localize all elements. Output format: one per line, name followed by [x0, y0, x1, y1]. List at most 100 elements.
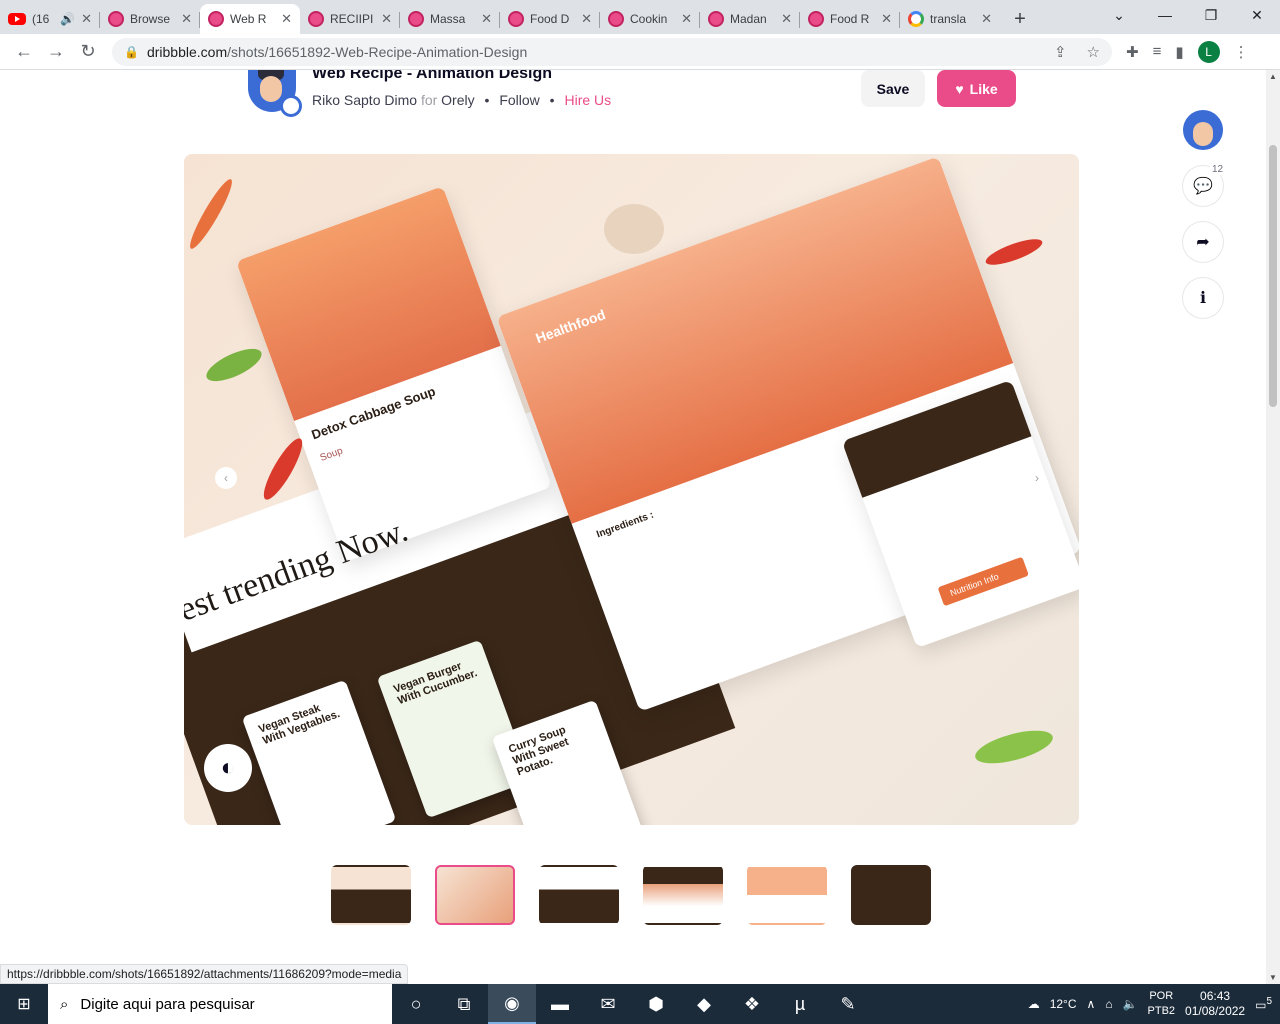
forward-button[interactable]: →	[40, 36, 72, 68]
tab-food-r[interactable]: Food R ✕	[800, 4, 900, 34]
dribbble-icon	[308, 11, 324, 27]
multitask-icon[interactable]: ⧉	[440, 984, 488, 1024]
notifications-icon[interactable]: ▭5	[1255, 996, 1272, 1012]
dribbble-icon	[708, 11, 724, 27]
language-indicator[interactable]: POR PTB2	[1148, 989, 1176, 1019]
shot-title: Web Recipe - Animation Design	[312, 70, 553, 82]
tab-reciipi[interactable]: RECIIPI ✕	[300, 4, 400, 34]
comment-icon: 💬	[1193, 178, 1213, 195]
scrollbar[interactable]: ▲ ▼	[1266, 70, 1280, 984]
tab-translate[interactable]: transla ✕	[900, 4, 1000, 34]
thumbnail-6[interactable]	[851, 865, 931, 925]
side-panel-icon[interactable]: ▮	[1175, 43, 1183, 61]
attachment-thumbnails	[331, 865, 931, 925]
mail-icon[interactable]: ✉	[584, 984, 632, 1024]
close-tab-icon[interactable]: ✕	[181, 11, 192, 27]
heart-icon: ♥	[955, 80, 964, 97]
dribbble-icon	[508, 11, 524, 27]
close-tab-icon[interactable]: ✕	[981, 11, 992, 27]
like-button[interactable]: ♥ Like	[937, 70, 1016, 107]
cube-app-icon[interactable]: ⬢	[632, 984, 680, 1024]
thumbnail-3[interactable]	[539, 865, 619, 925]
restore-button[interactable]: ❐	[1188, 0, 1234, 30]
details-button[interactable]: ℹ	[1183, 278, 1223, 318]
close-tab-icon[interactable]: ✕	[481, 11, 492, 27]
save-button[interactable]: Save	[861, 70, 925, 107]
tab-web-recipe[interactable]: Web R ✕	[200, 4, 300, 34]
url-path: /shots/16651892-Web-Recipe-Animation-Des…	[227, 43, 528, 60]
tab-search-icon[interactable]: ⌄	[1096, 0, 1142, 30]
tray-expand-icon[interactable]: ∧	[1087, 997, 1096, 1011]
peapod-illustration	[971, 724, 1057, 770]
team-link[interactable]: Orely	[441, 92, 474, 108]
chili-illustration	[983, 234, 1045, 270]
tab-browse[interactable]: Browse ✕	[100, 4, 200, 34]
bookmark-star-icon[interactable]: ☆	[1087, 43, 1100, 61]
taskbar-search[interactable]: ⌕ Digite aqui para pesquisar	[48, 984, 392, 1024]
chrome-icon[interactable]: ◉	[488, 984, 536, 1024]
lock-icon[interactable]: 🔒	[124, 45, 139, 59]
dribbble-icon	[108, 11, 124, 27]
tab-cookin[interactable]: Cookin ✕	[600, 4, 700, 34]
extensions-icon[interactable]: ✚	[1126, 43, 1139, 61]
close-tab-icon[interactable]: ✕	[81, 11, 92, 27]
back-button[interactable]: ←	[8, 36, 40, 68]
close-tab-icon[interactable]: ✕	[781, 11, 792, 27]
close-tab-icon[interactable]: ✕	[581, 11, 592, 27]
new-tab-button[interactable]: +	[1000, 4, 1040, 34]
search-icon: ⌕	[60, 995, 69, 1013]
thumbnail-1[interactable]	[331, 865, 411, 925]
vscode-icon[interactable]: ◆	[680, 984, 728, 1024]
dribbble-icon	[608, 11, 624, 27]
close-window-button[interactable]: ✕	[1234, 0, 1280, 30]
weather-temp[interactable]: 12°C	[1050, 997, 1077, 1011]
author-link[interactable]: Riko Sapto Dimo	[312, 92, 417, 108]
designer-avatar-button[interactable]	[1183, 110, 1223, 150]
close-tab-icon[interactable]: ✕	[381, 11, 392, 27]
media-control-icon[interactable]: ≡	[1153, 43, 1162, 60]
scroll-down-icon[interactable]: ▼	[1269, 973, 1277, 982]
paint-icon[interactable]: ✎	[824, 984, 872, 1024]
close-tab-icon[interactable]: ✕	[881, 11, 892, 27]
tab-food-d[interactable]: Food D ✕	[500, 4, 600, 34]
network-icon[interactable]: ⌂	[1105, 997, 1112, 1011]
peapod-illustration	[202, 342, 266, 388]
task-view-icon[interactable]: ○	[392, 984, 440, 1024]
comment-count: 12	[1210, 164, 1226, 175]
scroll-up-icon[interactable]: ▲	[1269, 72, 1277, 81]
tab-madan[interactable]: Madan ✕	[700, 4, 800, 34]
share-button[interactable]: ➦	[1183, 222, 1223, 262]
figma-icon[interactable]: ❖	[728, 984, 776, 1024]
hire-us-link[interactable]: Hire Us	[564, 92, 611, 108]
close-tab-icon[interactable]: ✕	[681, 11, 692, 27]
thumbnail-4[interactable]	[643, 865, 723, 925]
volume-icon[interactable]: 🔈	[1123, 997, 1138, 1011]
reload-button[interactable]: ↻	[72, 36, 104, 68]
speaker-icon[interactable]: 🔊	[60, 12, 75, 26]
menu-icon[interactable]: ⋮	[1234, 43, 1249, 61]
file-explorer-icon[interactable]: ▬	[536, 984, 584, 1024]
utorrent-icon[interactable]: µ	[776, 984, 824, 1024]
weather-icon[interactable]: ☁	[1028, 997, 1040, 1011]
share-icon[interactable]: ⇪	[1054, 43, 1067, 61]
follow-link[interactable]: Follow	[499, 92, 539, 108]
team-badge-icon[interactable]	[280, 95, 302, 117]
thumbnail-2[interactable]	[435, 865, 515, 925]
tab-youtube[interactable]: (16 🔊 ✕	[0, 4, 100, 34]
address-bar[interactable]: 🔒 dribbble.com/shots/16651892-Web-Recipe…	[112, 37, 1112, 66]
close-tab-icon[interactable]: ✕	[281, 11, 292, 27]
windows-taskbar: ⊞ ⌕ Digite aqui para pesquisar ○ ⧉ ◉ ▬ ✉ …	[0, 984, 1280, 1024]
scrollbar-thumb[interactable]	[1269, 145, 1277, 407]
windows-start-icon[interactable]: ⊞	[0, 984, 48, 1024]
minimize-button[interactable]: —	[1142, 0, 1188, 30]
clock[interactable]: 06:43 01/08/2022	[1185, 989, 1245, 1019]
youtube-icon	[8, 13, 26, 25]
shot-image[interactable]: Detox Cabbage Soup Soup Healthfood Ingredi…	[184, 154, 1079, 825]
byline: Riko Sapto Dimo for Orely • Follow • Hir…	[312, 92, 612, 108]
tab-massa[interactable]: Massa ✕	[400, 4, 500, 34]
profile-avatar[interactable]: L	[1197, 40, 1220, 63]
thumbnail-5[interactable]	[747, 865, 827, 925]
next-arrow-icon[interactable]: ›	[1026, 467, 1048, 489]
previous-arrow-icon[interactable]: ‹	[215, 467, 237, 489]
contrast-toggle-icon[interactable]: ◐	[204, 744, 252, 792]
